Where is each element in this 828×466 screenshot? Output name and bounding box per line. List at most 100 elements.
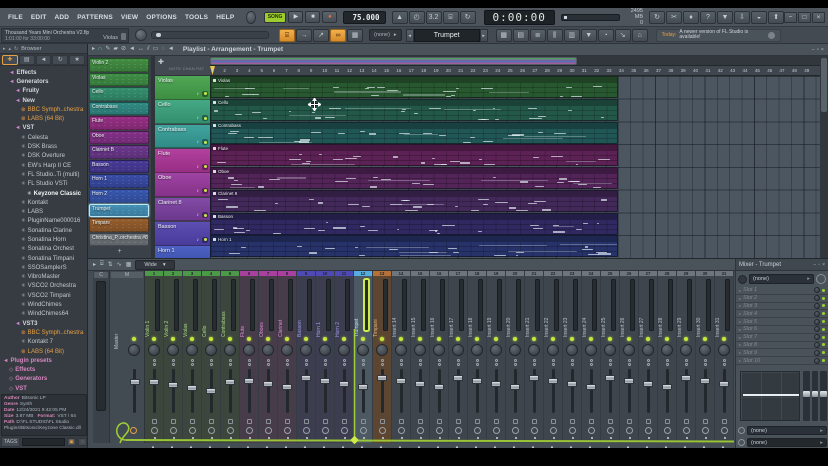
strip-pan-knob[interactable] xyxy=(585,344,597,356)
playlist-vscroll-handle[interactable] xyxy=(821,58,827,112)
typing-keyboard-icon[interactable]: ⌸ xyxy=(442,10,459,24)
strip-volume-fader[interactable] xyxy=(472,369,482,413)
strip-led[interactable] xyxy=(418,337,422,341)
mixer-strip-insert-18[interactable]: 18 Insert 18 ▲ xyxy=(468,271,487,448)
link-icon[interactable]: ∞ xyxy=(330,28,346,42)
strip-stereo-knob[interactable] xyxy=(720,427,728,434)
strip-volume-fader[interactable] xyxy=(263,369,273,413)
strip-fader-handle[interactable] xyxy=(415,381,425,387)
strip-lock-icon[interactable] xyxy=(455,419,461,424)
paint-tool-icon[interactable]: ▰ xyxy=(113,44,118,55)
strip-led[interactable] xyxy=(342,337,346,341)
strip-fader-handle[interactable] xyxy=(643,381,653,387)
channel-rack-icon[interactable]: ≣ xyxy=(529,28,546,42)
song-mode-led[interactable]: SONG xyxy=(263,11,287,23)
mixer-strip-insert-30[interactable]: 30 Insert 30 ▲ xyxy=(696,271,715,448)
playlist-hscrollbar[interactable] xyxy=(210,56,820,66)
chat-icon[interactable]: ◒ xyxy=(751,10,767,24)
browser-item-windchimes[interactable]: ✳ WindChimes xyxy=(0,300,88,309)
strip-stereo-knob[interactable] xyxy=(150,427,158,434)
browser-item-pluginname000016[interactable]: ✳ PluginName000016 xyxy=(0,217,88,226)
strip-led[interactable] xyxy=(627,337,631,341)
track-mute-led[interactable] xyxy=(202,163,208,170)
eq-mid-slider[interactable] xyxy=(811,371,819,421)
update-notification[interactable]: Today: A newer version of FL Studio is a… xyxy=(655,28,782,42)
strip-stereo-knob[interactable] xyxy=(511,427,519,434)
browser-item-labs[interactable]: ✳ LABS xyxy=(0,207,88,216)
browser-item-sonatina-orchest[interactable]: ✳ Sonatina Orchest xyxy=(0,245,88,254)
mixer-strip-insert-20[interactable]: 20 Insert 20 ▲ xyxy=(506,271,525,448)
strip-led[interactable] xyxy=(247,337,251,341)
metronome-icon[interactable]: ▲ xyxy=(391,10,408,24)
mixer-strip-cello[interactable]: 4 Cello ▲ xyxy=(202,271,221,448)
strip-volume-fader[interactable] xyxy=(225,369,235,413)
sync-icon[interactable]: ↻ xyxy=(649,10,665,24)
strip-stereo-knob[interactable] xyxy=(359,427,367,434)
fx-input-selector[interactable]: (none) ▸ xyxy=(747,425,827,435)
strip-led[interactable] xyxy=(399,337,403,341)
strip-pan-knob[interactable] xyxy=(281,344,293,356)
track-mute-led[interactable] xyxy=(202,90,208,97)
track-header-oboe[interactable]: Oboe ♪ xyxy=(155,173,210,197)
slot-mix-knob[interactable] xyxy=(814,295,820,302)
tempo-tap-icon[interactable]: ↘ xyxy=(614,28,631,42)
pattern-item-cello[interactable]: Cello xyxy=(89,87,149,101)
strip-fader-handle[interactable] xyxy=(187,385,197,391)
main-volume-knob[interactable] xyxy=(135,29,147,41)
slot-enable-led[interactable] xyxy=(822,320,825,324)
mixer-strip-basson[interactable]: 9 Basson ▲ xyxy=(297,271,316,448)
stop-button[interactable]: ■ xyxy=(305,11,321,23)
mixer-strip-trumpet[interactable]: 12 Trumpet ▲ xyxy=(354,271,373,448)
midi-keyboard-icon[interactable]: ▦ xyxy=(347,28,363,42)
strip-led[interactable] xyxy=(209,337,213,341)
strip-lock-icon[interactable] xyxy=(322,419,328,424)
pattern-item-trumpet[interactable]: Trumpet xyxy=(89,203,149,218)
mixer-strip-insert-31[interactable]: 31 Insert 31 ▲ xyxy=(715,271,734,448)
pattern-clip-violas[interactable]: Violas xyxy=(210,76,618,98)
fx-slot-slot-5[interactable]: ▸ Slot 5 xyxy=(736,318,828,326)
strip-led[interactable] xyxy=(152,337,156,341)
mixer-strip-horn-1[interactable]: 10 Horn 1 ▲ xyxy=(316,271,335,448)
strip-fader-handle[interactable] xyxy=(567,381,577,387)
strip-volume-fader[interactable] xyxy=(681,369,691,413)
strip-volume-fader[interactable] xyxy=(662,369,672,413)
strip-volume-fader[interactable] xyxy=(510,369,520,413)
pattern-next-icon[interactable]: ▸ xyxy=(479,28,488,42)
strip-stereo-knob[interactable] xyxy=(625,427,633,434)
strip-fader-handle[interactable] xyxy=(282,384,292,390)
playlist-maximize-icon[interactable]: ▫ xyxy=(817,47,819,53)
strip-lock-icon[interactable] xyxy=(170,419,176,424)
menu-edit[interactable]: EDIT xyxy=(27,14,51,21)
pattern-clip-horn-1[interactable]: Horn 1 xyxy=(210,235,618,258)
strip-led[interactable] xyxy=(285,337,289,341)
strip-fader-handle[interactable] xyxy=(320,378,330,384)
strip-pan-knob[interactable] xyxy=(319,344,331,356)
strip-fader-handle[interactable] xyxy=(529,375,539,381)
pattern-item-clarinet-b[interactable]: Clarinet B xyxy=(89,145,149,159)
strip-led[interactable] xyxy=(513,337,517,341)
browser-item-kontakt-7[interactable]: ✳ Kontakt 7 xyxy=(0,338,88,347)
strip-lock-icon[interactable] xyxy=(436,419,442,424)
strip-led[interactable] xyxy=(475,337,479,341)
strip-fader-handle[interactable] xyxy=(586,384,596,390)
strip-led[interactable] xyxy=(304,337,308,341)
playlist-breadcrumb[interactable]: Playlist - Arrangement - Trumpet xyxy=(183,46,283,53)
browser-item-generators[interactable]: ◄ Generators xyxy=(0,77,88,86)
mixer-strip-insert-29[interactable]: 29 Insert 29 ▲ xyxy=(677,271,696,448)
strip-volume-fader[interactable] xyxy=(149,369,159,413)
track-header-basson[interactable]: Basson ♪ xyxy=(155,221,210,246)
strip-pan-knob[interactable] xyxy=(547,344,559,356)
track-header-clarinet-8[interactable]: Clarinet 8 ♪ xyxy=(155,197,210,222)
strip-lock-icon[interactable] xyxy=(721,419,727,424)
browser-item-celesta[interactable]: ✳ Celesta xyxy=(0,133,88,142)
strip-volume-fader[interactable] xyxy=(624,369,634,413)
strip-pan-knob[interactable] xyxy=(680,344,692,356)
strip-stereo-knob[interactable] xyxy=(473,427,481,434)
browser-item-plugin-presets[interactable]: ◄ Plugin presets xyxy=(0,356,88,365)
slot-mix-knob[interactable] xyxy=(814,318,820,325)
strip-volume-fader[interactable] xyxy=(168,369,178,413)
tags-folder-icon[interactable]: ▣ xyxy=(67,438,76,446)
strip-stereo-knob[interactable] xyxy=(169,427,177,434)
mixer-strip-insert-16[interactable]: 16 Insert 16 ▲ xyxy=(430,271,449,448)
strip-stereo-knob[interactable] xyxy=(283,427,291,434)
